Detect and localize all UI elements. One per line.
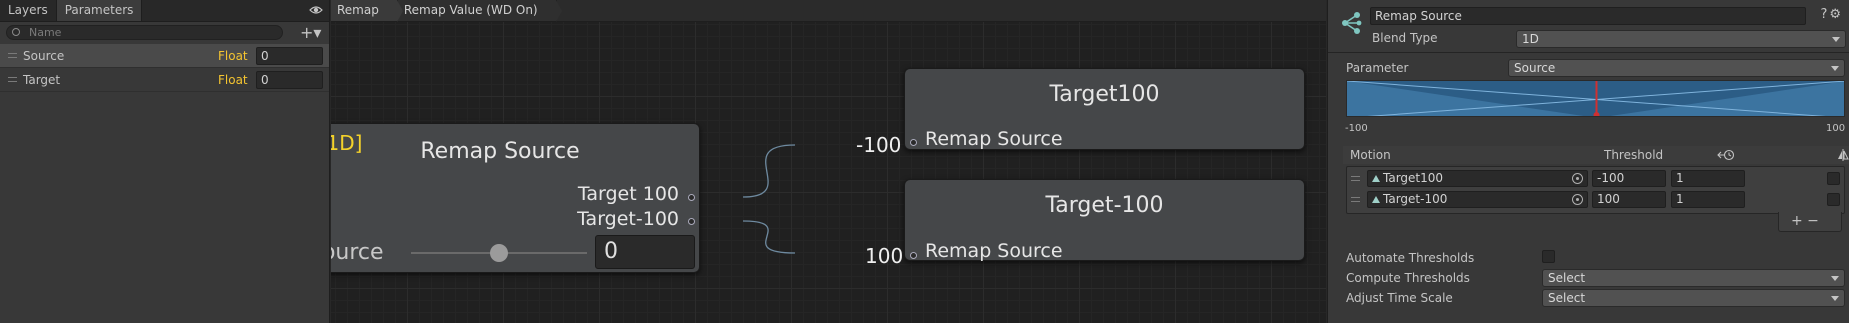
edge-threshold-label: -100 — [856, 133, 902, 157]
edge-to-target100 — [742, 144, 796, 198]
mirror-icon[interactable] — [1837, 148, 1849, 162]
chevron-down-icon — [1831, 276, 1839, 281]
parameter-label: Parameter — [1346, 61, 1409, 75]
blend-weights-graph — [1347, 81, 1844, 116]
blend-tree-graph[interactable]: Remap Remap Value (WD On) [S1D] Remap So… — [331, 0, 1326, 323]
search-input[interactable]: Name — [6, 25, 283, 40]
output-label: Target 100 — [577, 183, 679, 205]
drag-handle-icon[interactable] — [8, 77, 17, 82]
edge-threshold-label: 100 — [865, 244, 904, 268]
mirror-checkbox[interactable] — [1827, 193, 1840, 206]
output-port[interactable] — [688, 218, 695, 225]
search-placeholder: Name — [29, 26, 62, 39]
search-row: Name +▾ — [0, 22, 329, 44]
parameter-type: Float — [218, 73, 248, 87]
adjust-time-scale-dropdown[interactable]: Select — [1542, 289, 1845, 307]
drag-handle-icon[interactable] — [1351, 197, 1360, 202]
parameter-value-field[interactable]: 0 — [256, 47, 323, 65]
parameter-value-field[interactable]: 0 — [595, 235, 695, 269]
tab-parameters[interactable]: Parameters — [55, 0, 143, 21]
edge-to-target-100 — [742, 220, 796, 254]
chevron-down-icon — [1831, 296, 1839, 301]
parameter-name: Source — [23, 49, 65, 63]
mirror-checkbox[interactable] — [1827, 172, 1840, 185]
chevron-down-icon — [1831, 66, 1839, 71]
input-label: Remap Source — [925, 128, 1063, 150]
animation-clip-icon — [1372, 196, 1380, 203]
blend-type-label: Blend Type — [1372, 31, 1438, 45]
blend-visualizer[interactable] — [1346, 80, 1845, 117]
time-scale-field[interactable]: 1 — [1671, 191, 1745, 208]
threshold-field[interactable]: 100 — [1592, 191, 1666, 208]
output-label: Target-100 — [577, 208, 679, 230]
motion-clip-field[interactable]: Target100 — [1367, 170, 1588, 187]
blend-tree-node[interactable]: [S1D] Remap Source Target 100 Target-100… — [331, 123, 700, 273]
drag-handle-icon[interactable] — [1351, 176, 1360, 181]
weight-curve-target100 — [1347, 81, 1584, 116]
motion-node[interactable]: Target100 Remap Source — [904, 68, 1305, 150]
compute-thresholds-value: Select — [1548, 271, 1586, 285]
parameter-label: Source — [331, 240, 384, 265]
adjust-time-scale-label: Adjust Time Scale — [1346, 291, 1453, 305]
compute-thresholds-label: Compute Thresholds — [1346, 271, 1470, 285]
parameter-value: Source — [1514, 61, 1556, 75]
adjust-time-scale-value: Select — [1548, 291, 1586, 305]
motion-clip-name: Target-100 — [1383, 192, 1448, 206]
motion-list-header: Motion Threshold — [1343, 146, 1849, 164]
parameter-marker-dot — [1593, 112, 1600, 116]
motion-list: Target100 -100 1 Target-100 100 1 — [1346, 166, 1845, 214]
range-min-label: -100 — [1345, 123, 1368, 134]
motion-row[interactable]: Target-100 100 1 — [1347, 191, 1844, 210]
weight-curve-target-100 — [1610, 81, 1844, 116]
animation-clip-icon — [1372, 175, 1380, 182]
add-remove-motion-bar: + − — [1778, 212, 1842, 232]
motion-clip-field[interactable]: Target-100 — [1367, 191, 1588, 208]
threshold-field[interactable]: -100 — [1592, 170, 1666, 187]
parameter-type: Float — [218, 49, 248, 63]
node-title: Target100 — [1049, 82, 1160, 107]
automate-thresholds-label: Automate Thresholds — [1346, 251, 1475, 265]
parameter-dropdown[interactable]: Source — [1508, 59, 1845, 77]
motion-column-header: Motion — [1350, 148, 1391, 162]
chevron-down-icon — [1832, 37, 1840, 42]
automate-thresholds-checkbox[interactable] — [1542, 250, 1555, 263]
time-scale-icon[interactable] — [1717, 149, 1735, 161]
blend-tree-name-field[interactable]: Remap Source — [1370, 7, 1806, 25]
motion-clip-name: Target100 — [1383, 171, 1444, 185]
blend-tree-icon — [1342, 12, 1362, 34]
output-port[interactable] — [688, 194, 695, 201]
node-title: Target-100 — [1045, 193, 1164, 218]
blend-type-value: 1D — [1522, 32, 1539, 46]
time-scale-field[interactable]: 1 — [1671, 170, 1745, 187]
parameter-row[interactable]: Target Float 0 — [0, 68, 329, 92]
motion-node[interactable]: Target-100 Remap Source — [904, 179, 1305, 262]
tab-layers[interactable]: Layers — [0, 0, 56, 21]
threshold-column-header: Threshold — [1604, 148, 1664, 162]
add-parameter-button[interactable]: +▾ — [300, 23, 321, 42]
parameter-row[interactable]: Source Float 0 — [0, 44, 329, 68]
input-port[interactable] — [910, 252, 917, 259]
object-picker-icon[interactable] — [1572, 173, 1583, 184]
help-settings-icons[interactable]: ?⚙ — [1820, 7, 1843, 22]
search-icon — [12, 28, 20, 36]
compute-thresholds-dropdown[interactable]: Select — [1542, 269, 1845, 287]
parameter-value-field[interactable]: 0 — [256, 71, 323, 89]
node-title: Remap Source — [420, 139, 580, 164]
left-panel-tabs: Layers Parameters — [0, 0, 329, 22]
input-label: Remap Source — [925, 240, 1063, 262]
parameter-name: Target — [23, 73, 61, 87]
section-divider — [1328, 52, 1849, 53]
parameters-panel: Layers Parameters Name +▾ Source Float 0… — [0, 0, 330, 323]
inspector-panel: Remap Source ?⚙ Blend Type 1D Parameter … — [1327, 0, 1849, 323]
object-picker-icon[interactable] — [1572, 194, 1583, 205]
motion-row[interactable]: Target100 -100 1 — [1347, 170, 1844, 189]
blend-type-dropdown[interactable]: 1D — [1516, 30, 1846, 48]
eye-icon[interactable] — [309, 3, 323, 17]
drag-handle-icon[interactable] — [8, 53, 17, 58]
add-remove-buttons[interactable]: + − — [1791, 213, 1819, 229]
input-port[interactable] — [910, 139, 917, 146]
parameter-slider-thumb[interactable] — [490, 244, 508, 262]
range-max-label: 100 — [1826, 123, 1846, 134]
